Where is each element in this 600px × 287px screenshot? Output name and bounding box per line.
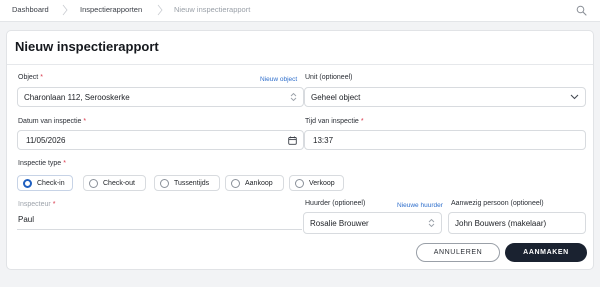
select-arrows-icon xyxy=(428,218,435,228)
radio-tussentijds[interactable]: Tussentijds xyxy=(154,175,220,191)
date-label: Datum van inspectie * xyxy=(18,118,87,125)
unit-value: Geheel object xyxy=(311,92,361,102)
inspector-field: Paul xyxy=(18,209,301,229)
breadcrumb-inspectierapporten[interactable]: Inspectierapporten xyxy=(80,5,142,14)
inspector-underline xyxy=(17,229,302,230)
chevron-right-icon xyxy=(157,4,163,16)
radio-verkoop[interactable]: Verkoop xyxy=(289,175,344,191)
inspector-value: Paul xyxy=(18,214,35,224)
radio-label: Tussentijds xyxy=(174,179,210,187)
present-person-value: John Bouwers (makelaar) xyxy=(455,218,547,228)
breadcrumb-dashboard[interactable]: Dashboard xyxy=(12,5,49,14)
search-icon[interactable] xyxy=(576,5,587,16)
tenant-select[interactable]: Rosalie Brouwer xyxy=(303,212,442,234)
radio-label: Check-in xyxy=(37,179,65,187)
inspector-label: Inspecteur * xyxy=(18,201,56,208)
radio-label: Verkoop xyxy=(309,179,335,187)
select-arrows-icon xyxy=(290,92,297,102)
radio-label: Aankoop xyxy=(245,179,273,187)
time-value: 13:37 xyxy=(313,135,334,145)
radio-empty-icon xyxy=(160,178,169,188)
chevron-right-icon xyxy=(62,4,68,16)
new-tenant-link[interactable]: Nieuwe huurder xyxy=(397,202,443,209)
radio-empty-icon xyxy=(89,178,98,188)
inspection-type-label: Inspectie type * xyxy=(18,160,66,167)
radio-check-in[interactable]: Check-in xyxy=(17,175,73,191)
title-divider xyxy=(7,64,593,65)
time-label: Tijd van inspectie * xyxy=(305,118,364,125)
page-title: Nieuw inspectierapport xyxy=(15,39,159,54)
object-value: Charonlaan 112, Serooskerke xyxy=(24,92,130,102)
radio-aankoop[interactable]: Aankoop xyxy=(225,175,284,191)
radio-empty-icon xyxy=(231,178,240,188)
radio-check-out[interactable]: Check-out xyxy=(83,175,146,191)
unit-select[interactable]: Geheel object xyxy=(304,87,586,107)
breadcrumb-current: Nieuw inspectierapport xyxy=(174,5,251,14)
present-person-label: Aanwezig persoon (optioneel) xyxy=(451,200,544,207)
tenant-label: Huurder (optioneel) xyxy=(305,200,366,207)
chevron-down-icon xyxy=(570,94,579,100)
radio-selected-icon xyxy=(23,178,32,188)
cancel-button[interactable]: ANNULEREN xyxy=(416,243,500,262)
time-input[interactable]: 13:37 xyxy=(304,130,586,150)
new-object-link[interactable]: Nieuw object xyxy=(260,76,297,83)
unit-label: Unit (optioneel) xyxy=(305,74,353,81)
top-bar: Dashboard Inspectierapporten Nieuw inspe… xyxy=(0,0,600,22)
object-select[interactable]: Charonlaan 112, Serooskerke xyxy=(17,87,304,107)
date-value: 11/05/2026 xyxy=(26,135,66,145)
radio-empty-icon xyxy=(295,178,304,188)
object-label: Object * xyxy=(18,74,43,81)
tenant-value: Rosalie Brouwer xyxy=(310,218,369,228)
date-input[interactable]: 11/05/2026 xyxy=(17,130,304,150)
inspection-form-card: Nieuw inspectierapport Object * Nieuw obj… xyxy=(6,30,594,270)
radio-label: Check-out xyxy=(103,179,135,187)
calendar-icon[interactable] xyxy=(288,136,297,145)
create-button[interactable]: AANMAKEN xyxy=(505,243,587,262)
present-person-input[interactable]: John Bouwers (makelaar) xyxy=(448,212,586,234)
